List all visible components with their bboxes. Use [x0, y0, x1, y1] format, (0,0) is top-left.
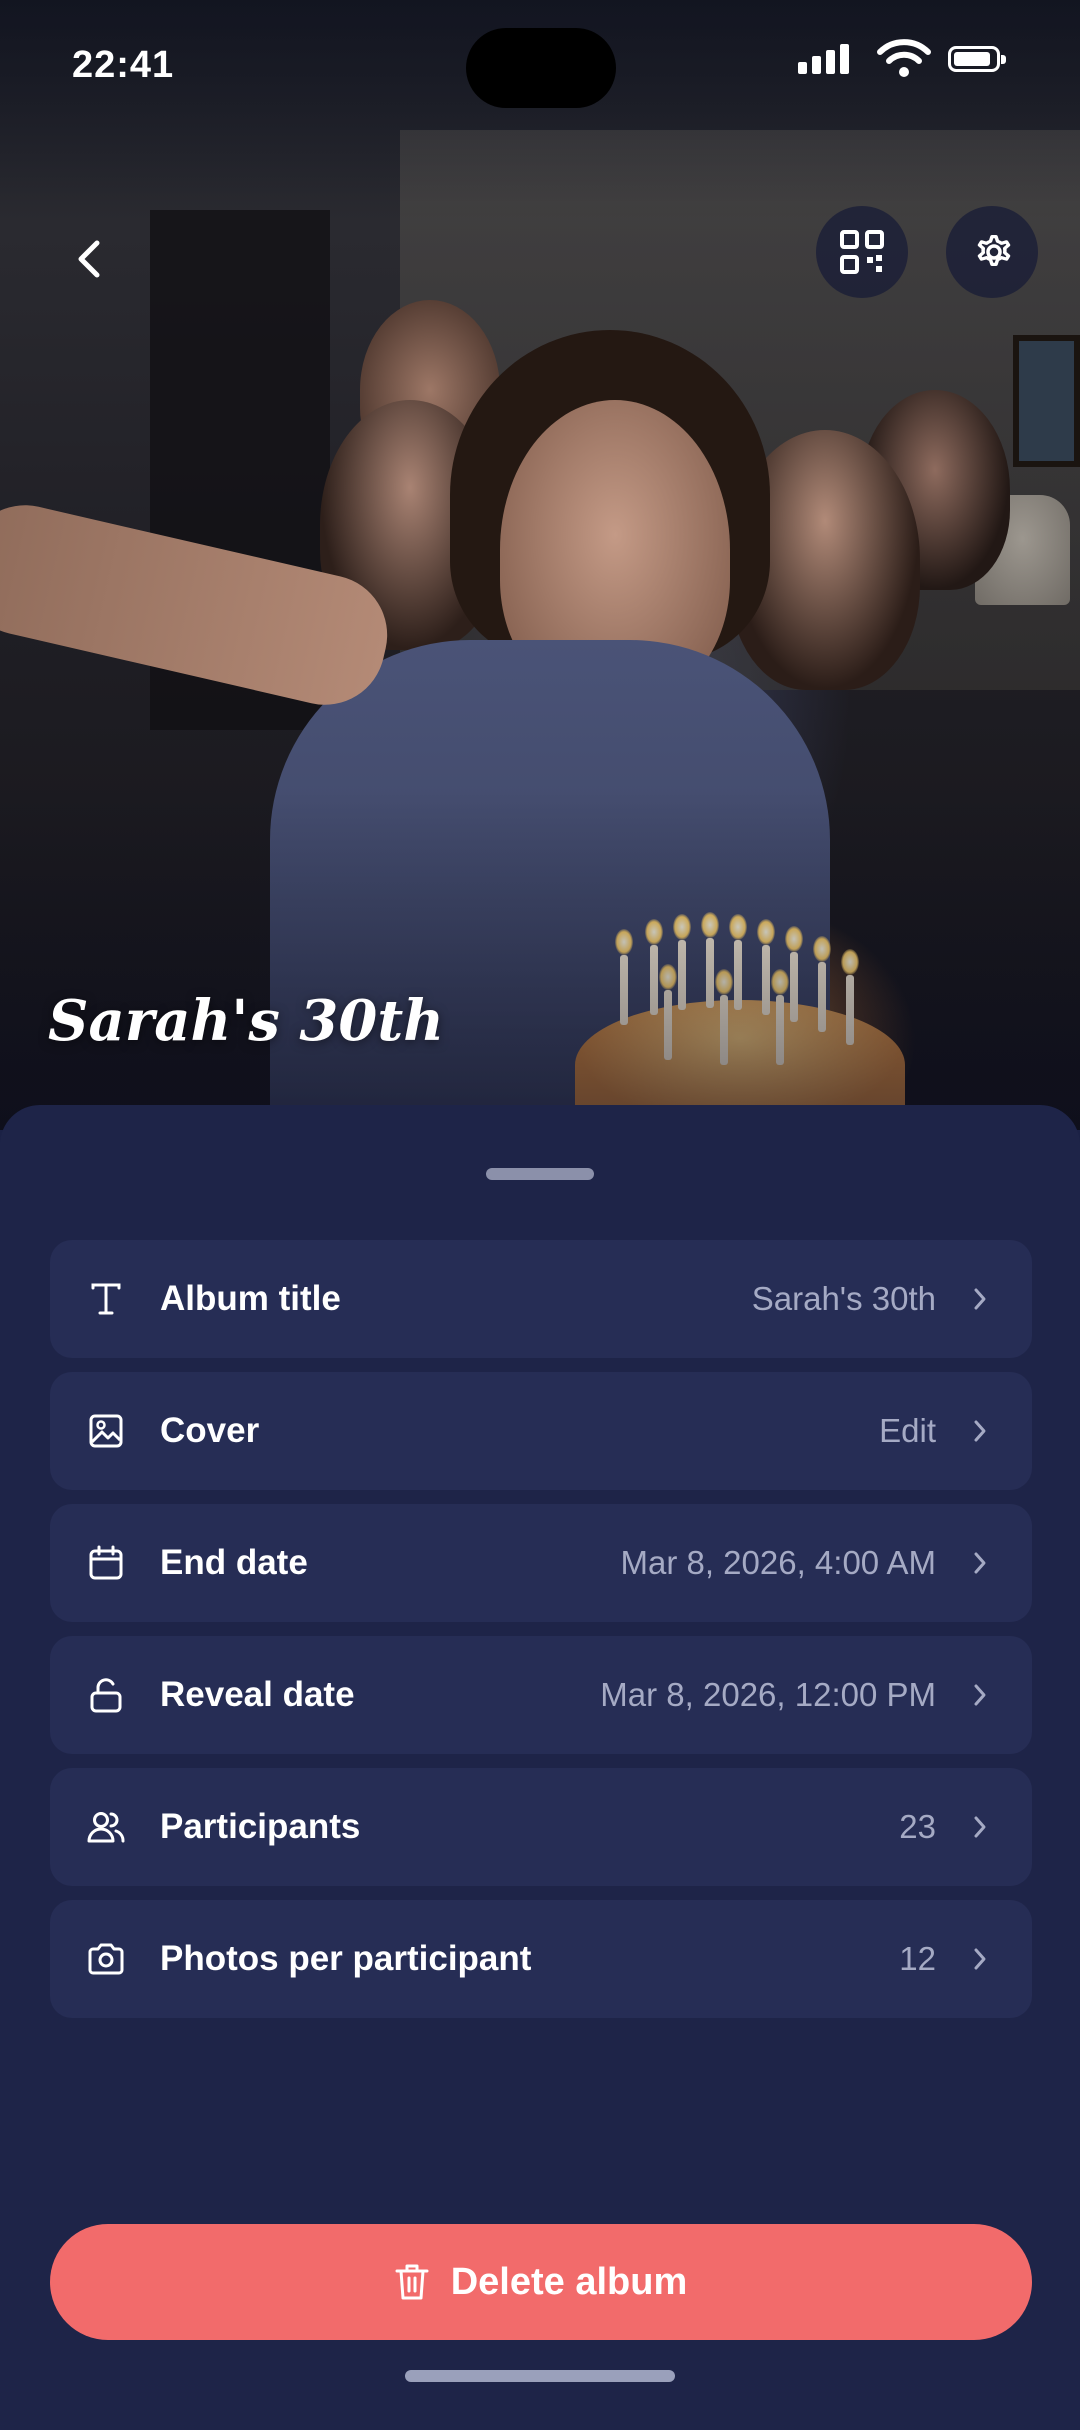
home-indicator[interactable]: [405, 2370, 675, 2382]
album-heading: Sarah's 30th: [48, 988, 444, 1054]
chevron-right-icon: [968, 1287, 992, 1311]
camera-icon: [74, 1927, 138, 1991]
photos-per-participant-row[interactable]: Photos per participant 12: [50, 1900, 1032, 2018]
signal-icon: [798, 44, 852, 74]
album-title-row[interactable]: Album title Sarah's 30th: [50, 1240, 1032, 1358]
users-icon: [74, 1795, 138, 1859]
row-label: End date: [160, 1543, 308, 1582]
row-value: Sarah's 30th: [751, 1280, 936, 1317]
delete-album-label: Delete album: [450, 2260, 688, 2303]
trash-icon: [395, 2264, 429, 2300]
back-button[interactable]: [54, 224, 124, 294]
end-date-row[interactable]: End date Mar 8, 2026, 4:00 AM: [50, 1504, 1032, 1622]
qr-code-icon: [840, 230, 884, 274]
chevron-right-icon: [968, 1419, 992, 1443]
row-value: Mar 8, 2026, 4:00 AM: [620, 1544, 936, 1581]
wifi-icon: [876, 38, 932, 78]
row-value: Edit: [879, 1412, 936, 1449]
participants-row[interactable]: Participants 23: [50, 1768, 1032, 1886]
cover-photo: [0, 0, 1080, 1130]
unlock-icon: [74, 1663, 138, 1727]
row-value: 12: [899, 1940, 936, 1977]
chevron-right-icon: [968, 1947, 992, 1971]
chevron-left-icon: [78, 240, 100, 278]
qr-code-button[interactable]: [816, 206, 908, 298]
reveal-date-row[interactable]: Reveal date Mar 8, 2026, 12:00 PM: [50, 1636, 1032, 1754]
delete-album-button[interactable]: Delete album: [50, 2224, 1032, 2340]
chevron-right-icon: [968, 1815, 992, 1839]
settings-button[interactable]: [946, 206, 1038, 298]
battery-icon: [948, 46, 1006, 72]
calendar-icon: [74, 1531, 138, 1595]
image-icon: [74, 1399, 138, 1463]
dynamic-island: [466, 28, 616, 108]
row-label: Album title: [160, 1279, 341, 1318]
row-label: Participants: [160, 1807, 361, 1846]
text-icon: [74, 1267, 138, 1331]
chevron-right-icon: [968, 1551, 992, 1575]
row-value: 23: [899, 1808, 936, 1845]
row-label: Cover: [160, 1411, 260, 1450]
row-value: Mar 8, 2026, 12:00 PM: [600, 1676, 936, 1713]
sheet-grabber[interactable]: [486, 1168, 594, 1180]
cover-row[interactable]: Cover Edit: [50, 1372, 1032, 1490]
row-label: Photos per participant: [160, 1939, 532, 1978]
gear-icon: [977, 234, 1011, 266]
chevron-right-icon: [968, 1683, 992, 1707]
status-time: 22:41: [72, 44, 175, 86]
row-label: Reveal date: [160, 1675, 355, 1714]
